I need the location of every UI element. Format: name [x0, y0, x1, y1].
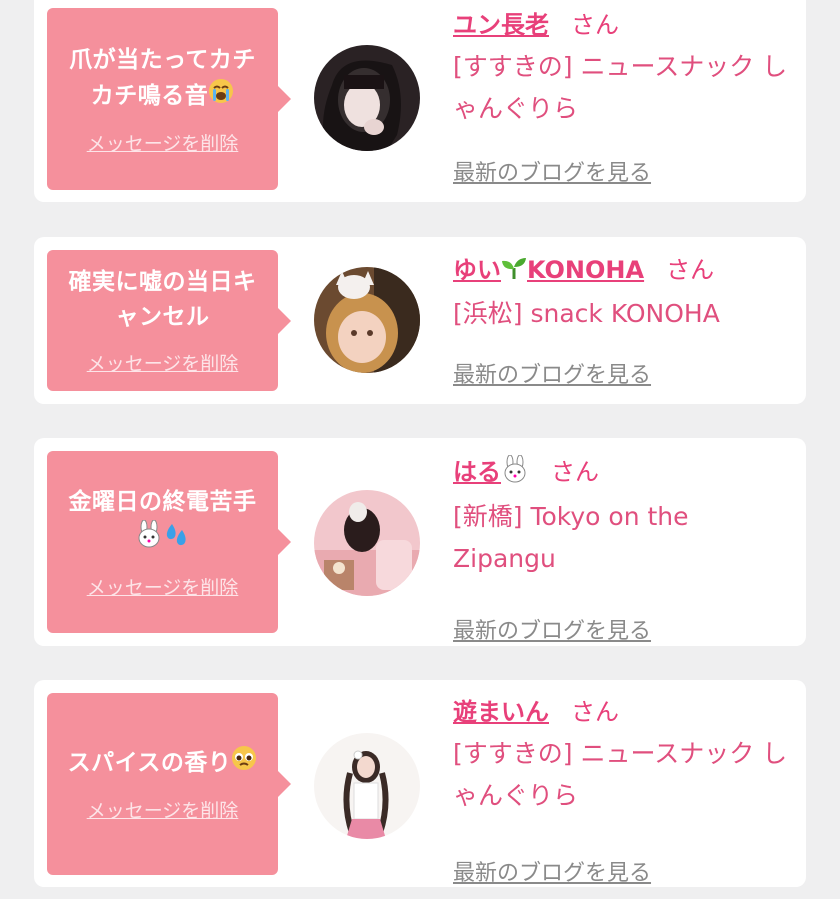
honorific: さん	[551, 457, 599, 486]
shop-name: [浜松] snack KONOHA	[453, 298, 720, 328]
delete-message-link[interactable]: メッセージを削除	[87, 796, 239, 823]
sweat-droplets-icon	[163, 520, 191, 559]
delete-message-link[interactable]: メッセージを削除	[87, 573, 239, 600]
pleading-face-icon	[231, 745, 257, 782]
honorific: さん	[571, 698, 619, 726]
shop-name: [すすきの] ニュースナック しゃんぐりら	[453, 52, 788, 123]
loudly-crying-face-icon	[208, 78, 234, 115]
message-bubble: 金曜日の終電苦手 メッセージを削除	[47, 451, 291, 633]
shop-name: [新橋] Tokyo on the Zipangu	[453, 502, 689, 573]
cast-info: ユン長老 さん [すすきの] ニュースナック しゃんぐりら 最新のブログを見る	[453, 10, 792, 186]
latest-blog-link[interactable]: 最新のブログを見る	[453, 357, 651, 389]
avatar[interactable]	[314, 45, 420, 151]
message-bubble: スパイスの香り メッセージを削除	[47, 693, 291, 875]
cast-info: 遊まいん さん [すすきの] ニュースナック しゃんぐりら 最新のブログを見る	[453, 697, 792, 886]
cast-info: ゆい KONOHA さん [浜松] snack KONOHA 最新のブログを見る	[453, 255, 792, 388]
avatar[interactable]	[314, 733, 420, 839]
avatar[interactable]	[314, 267, 420, 373]
cast-name-link[interactable]: 遊まいん	[453, 698, 549, 726]
cast-name-link[interactable]: ゆい KONOHA	[453, 256, 644, 284]
rabbit-face-icon	[135, 519, 163, 559]
message-text: 金曜日の終電苦手	[69, 485, 257, 559]
cast-name-link[interactable]: はる	[453, 454, 529, 486]
latest-blog-link[interactable]: 最新のブログを見る	[453, 855, 651, 887]
list-item: 確実に嘘の当日キ ャンセル メッセージを削除 ゆい KONOHA さん [浜松] s…	[34, 237, 806, 404]
honorific: さん	[666, 256, 715, 284]
favorites-list: 爪が当たってカチ カチ鳴る音 メッセージを削除 ユン長老 さん [すすきの] ニュ…	[0, 0, 840, 899]
delete-message-link[interactable]: メッセージを削除	[87, 129, 239, 156]
cast-info: はる さん [新橋] Tokyo on the Zipangu 最新のブログを見る	[453, 454, 792, 644]
delete-message-link[interactable]: メッセージを削除	[87, 349, 239, 376]
message-bubble: 爪が当たってカチ カチ鳴る音 メッセージを削除	[47, 8, 291, 190]
list-item: 爪が当たってカチ カチ鳴る音 メッセージを削除 ユン長老 さん [すすきの] ニュ…	[34, 0, 806, 202]
shop-name: [すすきの] ニュースナック しゃんぐりら	[453, 739, 788, 810]
cast-name-link[interactable]: ユン長老	[453, 11, 549, 39]
list-item: 金曜日の終電苦手 メッセージを削除 はる さん [新橋] Tokyo on the…	[34, 438, 806, 646]
message-bubble: 確実に嘘の当日キ ャンセル メッセージを削除	[47, 250, 291, 391]
list-item: スパイスの香り メッセージを削除 遊まいん さん [すすきの] ニュースナック し…	[34, 680, 806, 887]
latest-blog-link[interactable]: 最新のブログを見る	[453, 613, 651, 645]
honorific: さん	[571, 11, 619, 39]
latest-blog-link[interactable]: 最新のブログを見る	[453, 155, 651, 187]
message-text: 爪が当たってカチ カチ鳴る音	[69, 43, 256, 115]
message-text: スパイスの香り	[68, 745, 258, 782]
rabbit-face-icon	[501, 454, 529, 490]
message-text: 確実に嘘の当日キ ャンセル	[68, 269, 257, 330]
seedling-icon	[501, 256, 527, 287]
avatar[interactable]	[314, 490, 420, 596]
